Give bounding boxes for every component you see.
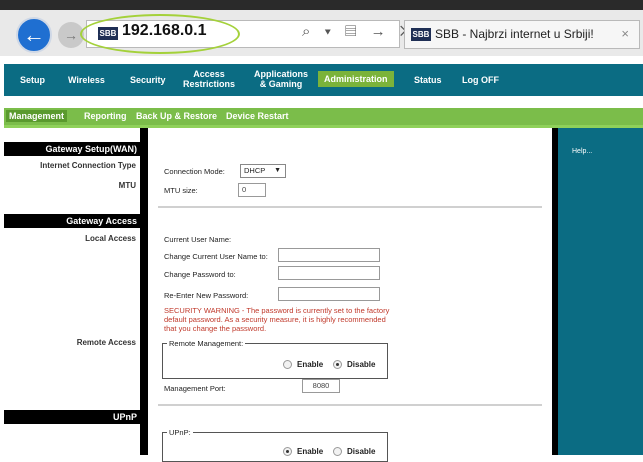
tab-backup-restore[interactable]: Back Up & Restore <box>136 111 217 121</box>
arrow-right-icon: → <box>64 27 78 43</box>
arrow-left-icon: ← <box>23 22 45 47</box>
change-password-input[interactable] <box>278 266 380 280</box>
url-text[interactable]: 192.168.0.1 <box>122 22 207 40</box>
remote-disable-label: Disable <box>347 360 376 369</box>
nav-setup[interactable]: Setup <box>20 75 45 85</box>
nav-wireless[interactable]: Wireless <box>68 75 105 85</box>
tab-management[interactable]: Management <box>6 110 68 122</box>
browser-tab[interactable]: SBB SBB - Najbrzi internet u Srbiji! × <box>404 20 640 49</box>
remote-enable-label: Enable <box>297 360 324 369</box>
divider <box>158 404 542 406</box>
section-gateway-setup-wan: Gateway Setup(WAN) <box>4 142 140 156</box>
tab-favicon-icon: SBB <box>411 28 431 41</box>
management-port-input[interactable]: 8080 <box>302 379 340 393</box>
label-mtu: MTU <box>118 181 136 190</box>
tab-reporting[interactable]: Reporting <box>84 111 127 121</box>
security-warning: SECURITY WARNING - The password is curre… <box>164 306 390 333</box>
change-user-name-input[interactable] <box>278 248 380 262</box>
nav-log-off[interactable]: Log OFF <box>462 75 499 85</box>
remote-management-legend: Remote Management: <box>167 339 246 348</box>
tab-device-restart[interactable]: Device Restart <box>226 111 289 121</box>
change-password-label: Change Password to: <box>164 270 236 279</box>
mtu-size-input[interactable]: 0 <box>238 183 266 197</box>
main-form: Connection Mode: DHCP ▼ MTU size: 0 Curr… <box>148 128 552 462</box>
nav-applications-gaming[interactable]: Applications & Gaming <box>252 69 310 89</box>
change-user-name-label: Change Current User Name to: <box>164 252 268 261</box>
close-icon[interactable]: × <box>621 26 629 41</box>
mtu-size-label: MTU size: <box>164 186 198 195</box>
divider <box>158 206 542 208</box>
connection-mode-value: DHCP <box>244 166 266 175</box>
help-column: Help... <box>552 128 643 455</box>
nav-access-restrictions[interactable]: Access Restrictions <box>180 69 238 89</box>
browser-chrome: ← → SBB 192.168.0.1 ⌕ ▾ ▤ → ✕ SBB SBB - … <box>0 0 643 56</box>
remote-disable-radio[interactable] <box>333 360 342 369</box>
connection-mode-label: Connection Mode: <box>164 167 225 176</box>
label-local-access: Local Access <box>85 234 136 243</box>
current-user-name-label: Current User Name: <box>164 235 232 244</box>
title-bar-strip <box>0 0 643 10</box>
back-button[interactable]: ← <box>16 17 52 53</box>
remote-enable-radio[interactable] <box>283 360 292 369</box>
sub-nav: Management Reporting Back Up & Restore D… <box>4 108 643 128</box>
reenter-password-label: Re-Enter New Password: <box>164 291 249 300</box>
chevron-down-icon: ▼ <box>274 167 281 174</box>
label-remote-access: Remote Access <box>76 338 136 347</box>
left-column: Gateway Setup(WAN) Internet Connection T… <box>4 128 140 455</box>
reenter-password-input[interactable] <box>278 287 380 301</box>
router-nav: Setup Wireless Security Access Restricti… <box>4 64 643 96</box>
help-link[interactable]: Help... <box>572 148 592 155</box>
section-upnp: UPnP <box>4 410 140 424</box>
nav-administration[interactable]: Administration <box>318 71 394 87</box>
chrome-gap <box>0 56 643 64</box>
nav-status[interactable]: Status <box>414 75 442 85</box>
column-divider <box>140 128 148 455</box>
connection-mode-select[interactable]: DHCP ▼ <box>240 164 286 178</box>
label-internet-connection-type: Internet Connection Type <box>40 161 136 170</box>
upnp-group: UPnP: Enable Disable <box>162 428 388 462</box>
site-favicon-icon: SBB <box>98 27 118 40</box>
remote-management-group: Remote Management: Enable Disable <box>162 339 388 379</box>
upnp-legend: UPnP: <box>167 428 193 437</box>
address-bar-actions[interactable]: ⌕ ▾ ▤ → ✕ <box>302 23 416 40</box>
section-gateway-access: Gateway Access <box>4 214 140 228</box>
tab-title: SBB - Najbrzi internet u Srbiji! <box>435 27 594 41</box>
management-port-label: Management Port: <box>164 384 226 393</box>
nav-security[interactable]: Security <box>130 75 166 85</box>
